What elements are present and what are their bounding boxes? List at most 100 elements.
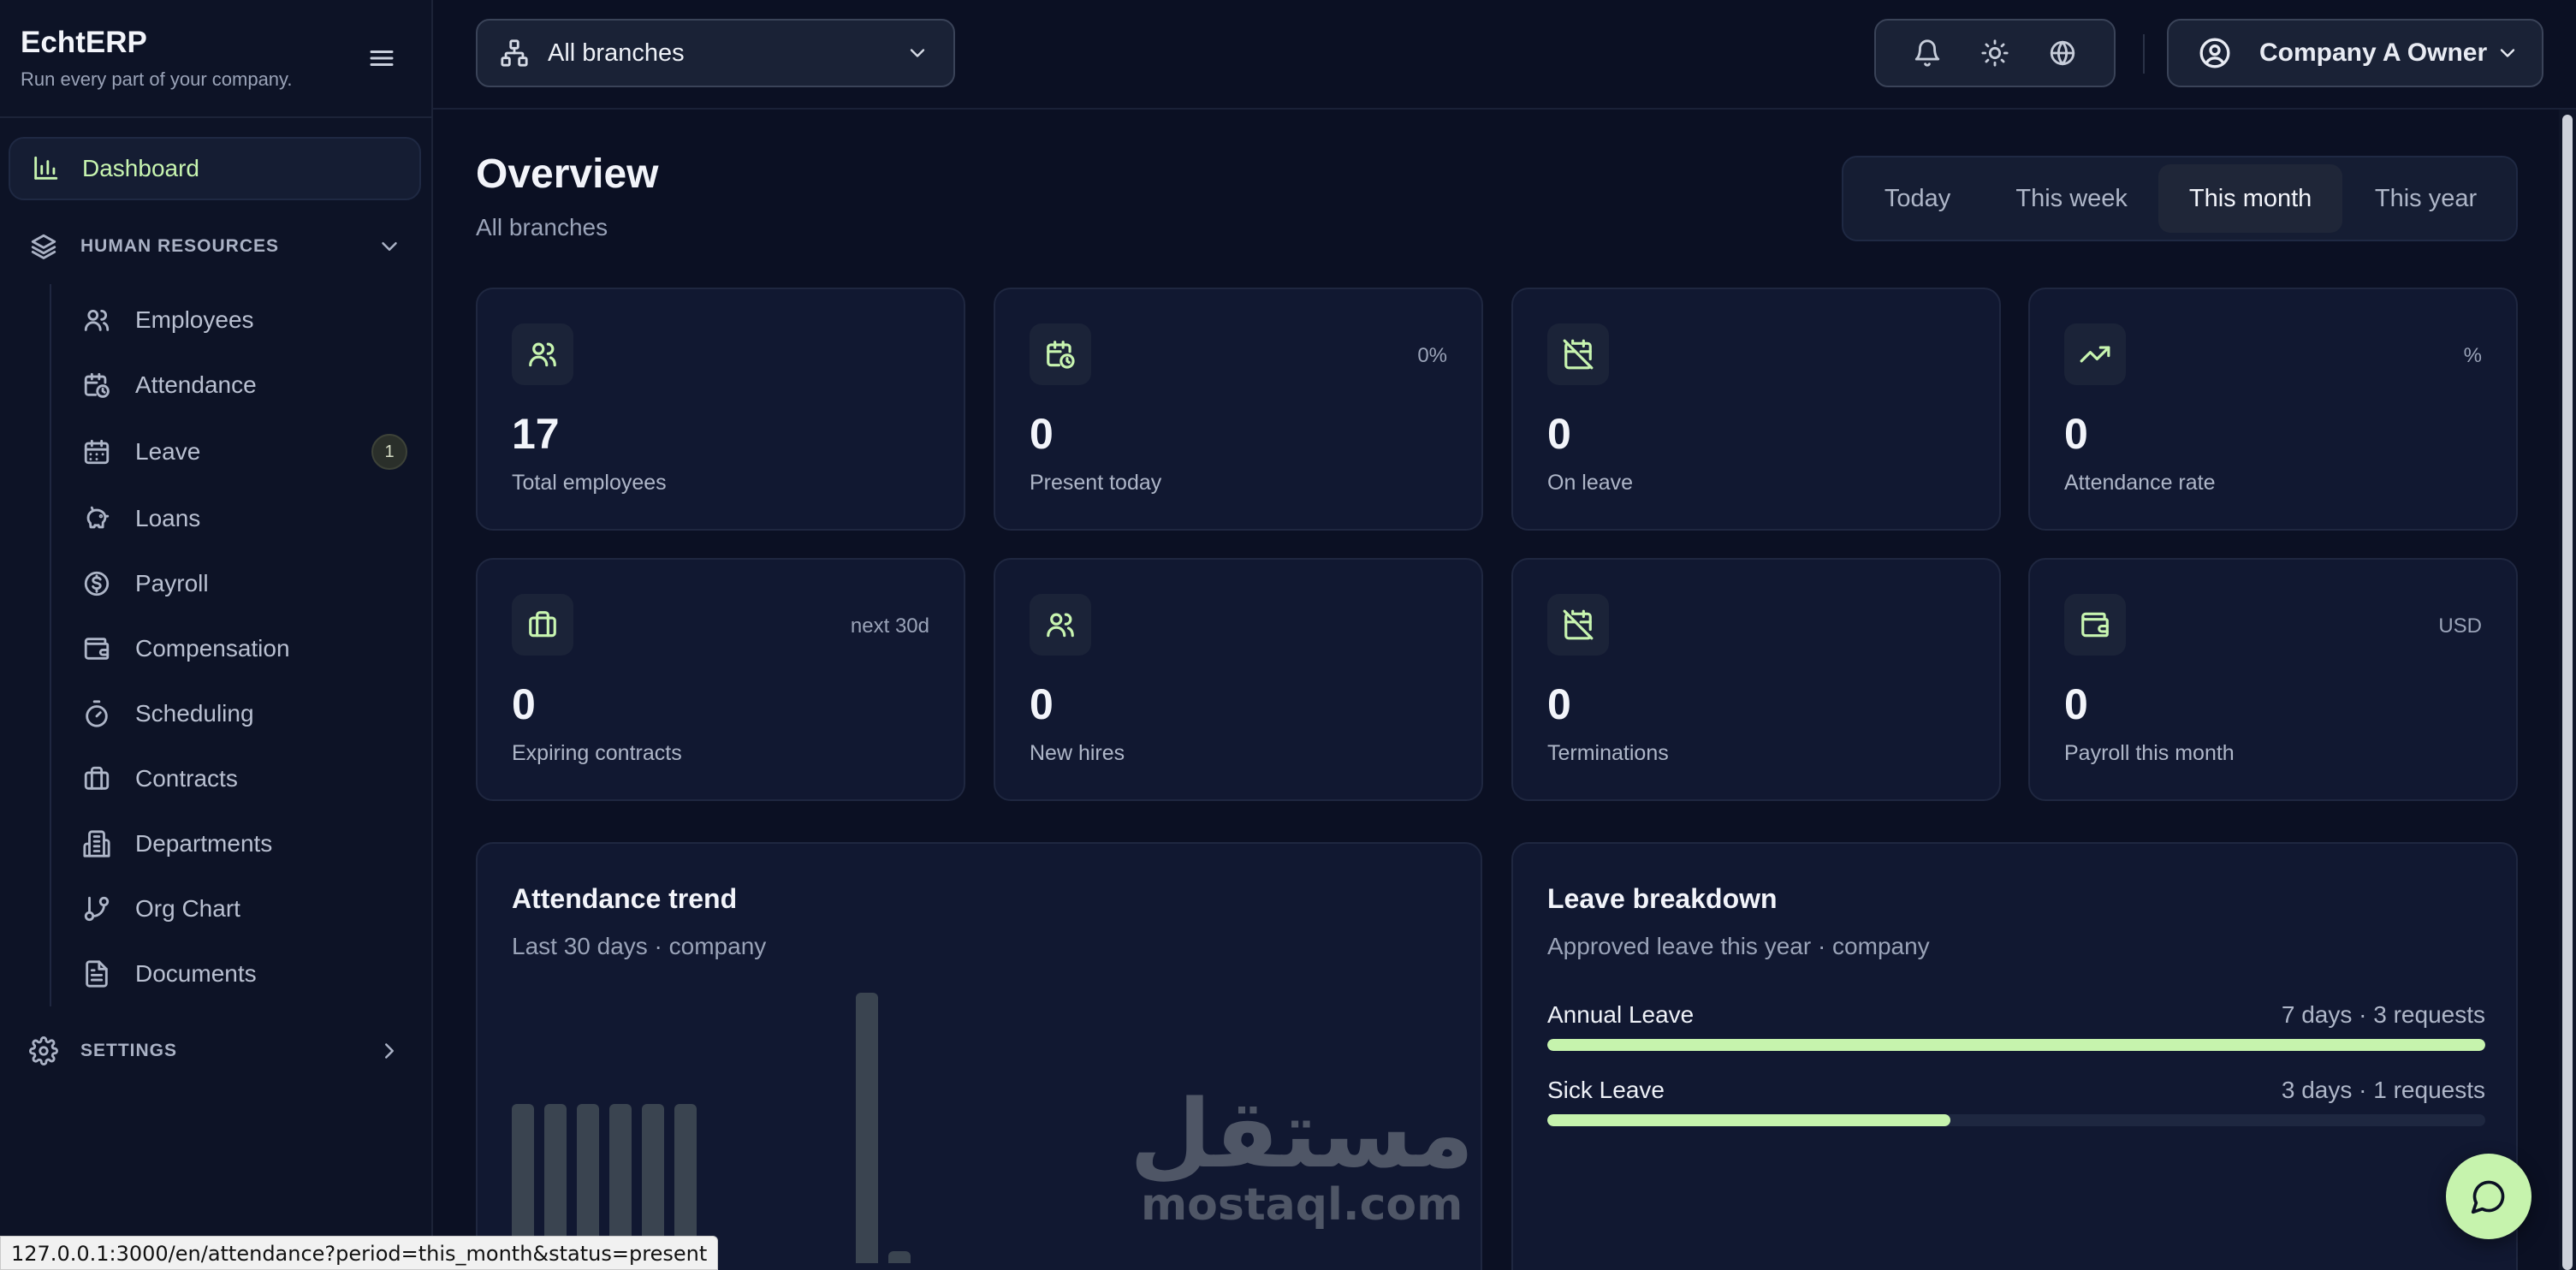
briefcase-icon	[82, 764, 111, 793]
chevron-right-icon	[377, 1038, 402, 1064]
stat-value: 0	[1547, 410, 1571, 458]
header-actions	[1874, 19, 2116, 87]
stat-card-expiring-contracts[interactable]: next 30d 0 Expiring contracts	[476, 558, 965, 801]
scrollbar-thumb[interactable]	[2562, 115, 2573, 1270]
stat-value: 0	[2064, 680, 2088, 728]
header-divider	[2143, 34, 2145, 74]
sidebar-divider	[0, 116, 433, 118]
tab-this-year[interactable]: This year	[2342, 164, 2509, 233]
stat-card-present-today[interactable]: 0% 0 Present today	[994, 288, 1483, 531]
tab-this-week[interactable]: This week	[1985, 164, 2158, 233]
gear-icon	[29, 1036, 58, 1065]
globe-icon[interactable]	[2048, 39, 2077, 68]
stat-value: 0	[1030, 410, 1054, 458]
calendar-clock-icon	[1030, 323, 1091, 385]
sidebar-item-label: Dashboard	[82, 155, 199, 181]
calendar-off-icon	[1547, 323, 1609, 385]
trending-up-icon	[2064, 323, 2126, 385]
sidebar-item-documents[interactable]: Documents	[82, 950, 407, 998]
users-icon	[82, 306, 111, 335]
stat-meta: next 30d	[850, 614, 929, 638]
branch-select[interactable]: All branches	[476, 19, 955, 87]
brand-name: EchtERP	[21, 26, 147, 59]
user-menu-button[interactable]: Company A Owner	[2167, 19, 2543, 87]
sidebar-group-human-resources[interactable]: HUMAN RESOURCES	[29, 231, 402, 262]
stat-card-terminations[interactable]: 0 Terminations	[1511, 558, 2001, 801]
sidebar-item-scheduling[interactable]: Scheduling	[82, 690, 407, 738]
stat-meta: %	[2463, 344, 2482, 367]
attendance-bar	[888, 1251, 911, 1263]
stat-value: 0	[2064, 410, 2088, 458]
sidebar-item-label: Compensation	[135, 635, 290, 662]
wallet-icon	[82, 634, 111, 663]
watermark: مستقل mostaql.com	[1130, 1087, 1474, 1229]
status-bar-url: 127.0.0.1:3000/en/attendance?period=this…	[0, 1236, 719, 1270]
stat-label: Payroll this month	[2064, 741, 2235, 765]
branch-select-value: All branches	[548, 39, 685, 67]
stat-label: On leave	[1547, 471, 1634, 495]
chat-button[interactable]	[2446, 1154, 2531, 1239]
sidebar-item-compensation[interactable]: Compensation	[82, 625, 407, 673]
chevron-down-icon	[377, 234, 402, 259]
sidebar-item-contracts[interactable]: Contracts	[82, 755, 407, 803]
tab-this-month[interactable]: This month	[2158, 164, 2343, 233]
message-circle-icon	[2470, 1178, 2508, 1215]
users-icon	[512, 323, 573, 385]
sidebar-item-label: Payroll	[135, 570, 209, 596]
sidebar-item-label: Departments	[135, 830, 273, 857]
sidebar-item-employees[interactable]: Employees	[82, 296, 407, 344]
leave-progress-fill	[1547, 1114, 1951, 1126]
stat-card-payroll-this-month[interactable]: USD 0 Payroll this month	[2028, 558, 2518, 801]
sidebar-item-departments[interactable]: Departments	[82, 820, 407, 868]
sidebar-group-settings[interactable]: SETTINGS	[29, 1036, 402, 1066]
leave-progress-track	[1547, 1114, 2485, 1126]
sidebar-item-org-chart[interactable]: Org Chart	[82, 885, 407, 933]
sidebar-item-label: Leave	[135, 438, 201, 465]
sidebar-group-label: HUMAN RESOURCES	[80, 236, 280, 256]
building-icon	[82, 829, 111, 858]
stat-value: 0	[512, 680, 536, 728]
panel-title: Attendance trend	[512, 883, 738, 914]
stat-label: Attendance rate	[2064, 471, 2216, 495]
dollar-circle-icon	[82, 569, 111, 598]
sidebar-item-payroll[interactable]: Payroll	[82, 560, 407, 608]
panel-subtitle: Approved leave this year · company	[1547, 933, 1930, 959]
page-subtitle: All branches	[476, 214, 608, 240]
sidebar-item-attendance[interactable]: Attendance	[82, 361, 407, 409]
stat-label: Terminations	[1547, 741, 1669, 765]
stat-card-total-employees[interactable]: 17 Total employees	[476, 288, 965, 531]
git-branch-icon	[82, 894, 111, 923]
leave-type-name: Annual Leave	[1547, 1001, 1695, 1028]
stat-value: 17	[512, 410, 560, 458]
stat-label: New hires	[1030, 741, 1125, 765]
attendance-bar	[856, 993, 878, 1263]
watermark-latin: mostaql.com	[1140, 1179, 1463, 1231]
stat-card-on-leave[interactable]: 0 On leave	[1511, 288, 2001, 531]
leave-progress-track	[1547, 1039, 2485, 1051]
watermark-arabic: مستقل	[1130, 1079, 1475, 1189]
stat-value: 0	[1030, 680, 1054, 728]
sidebar-group-label: SETTINGS	[80, 1041, 178, 1060]
stat-card-attendance-rate[interactable]: % 0 Attendance rate	[2028, 288, 2518, 531]
users-icon	[1030, 594, 1091, 656]
network-icon	[500, 39, 529, 68]
piggy-bank-icon	[82, 504, 111, 533]
sidebar-item-label: Attendance	[135, 371, 257, 398]
stat-card-new-hires[interactable]: 0 New hires	[994, 558, 1483, 801]
stat-label: Total employees	[512, 471, 667, 495]
leave-row-sick: Sick Leave 3 days · 1 requests	[1547, 1077, 2485, 1126]
user-circle-icon	[2198, 36, 2232, 70]
sidebar-item-dashboard[interactable]: Dashboard	[9, 137, 421, 200]
sidebar-item-loans[interactable]: Loans	[82, 495, 407, 543]
menu-icon[interactable]	[366, 43, 397, 74]
period-tabs: Today This week This month This year	[1842, 156, 2518, 241]
sidebar-item-label: Documents	[135, 960, 257, 987]
calendar-off-icon	[1547, 594, 1609, 656]
bar-chart-icon	[31, 154, 60, 183]
sidebar-item-leave[interactable]: Leave 1	[82, 428, 407, 476]
sun-icon[interactable]	[1980, 39, 2009, 68]
bell-icon[interactable]	[1913, 39, 1942, 68]
sidebar: EchtERP Run every part of your company. …	[0, 0, 433, 1270]
tab-today[interactable]: Today	[1850, 164, 1985, 233]
panel-subtitle: Last 30 days · company	[512, 933, 767, 959]
